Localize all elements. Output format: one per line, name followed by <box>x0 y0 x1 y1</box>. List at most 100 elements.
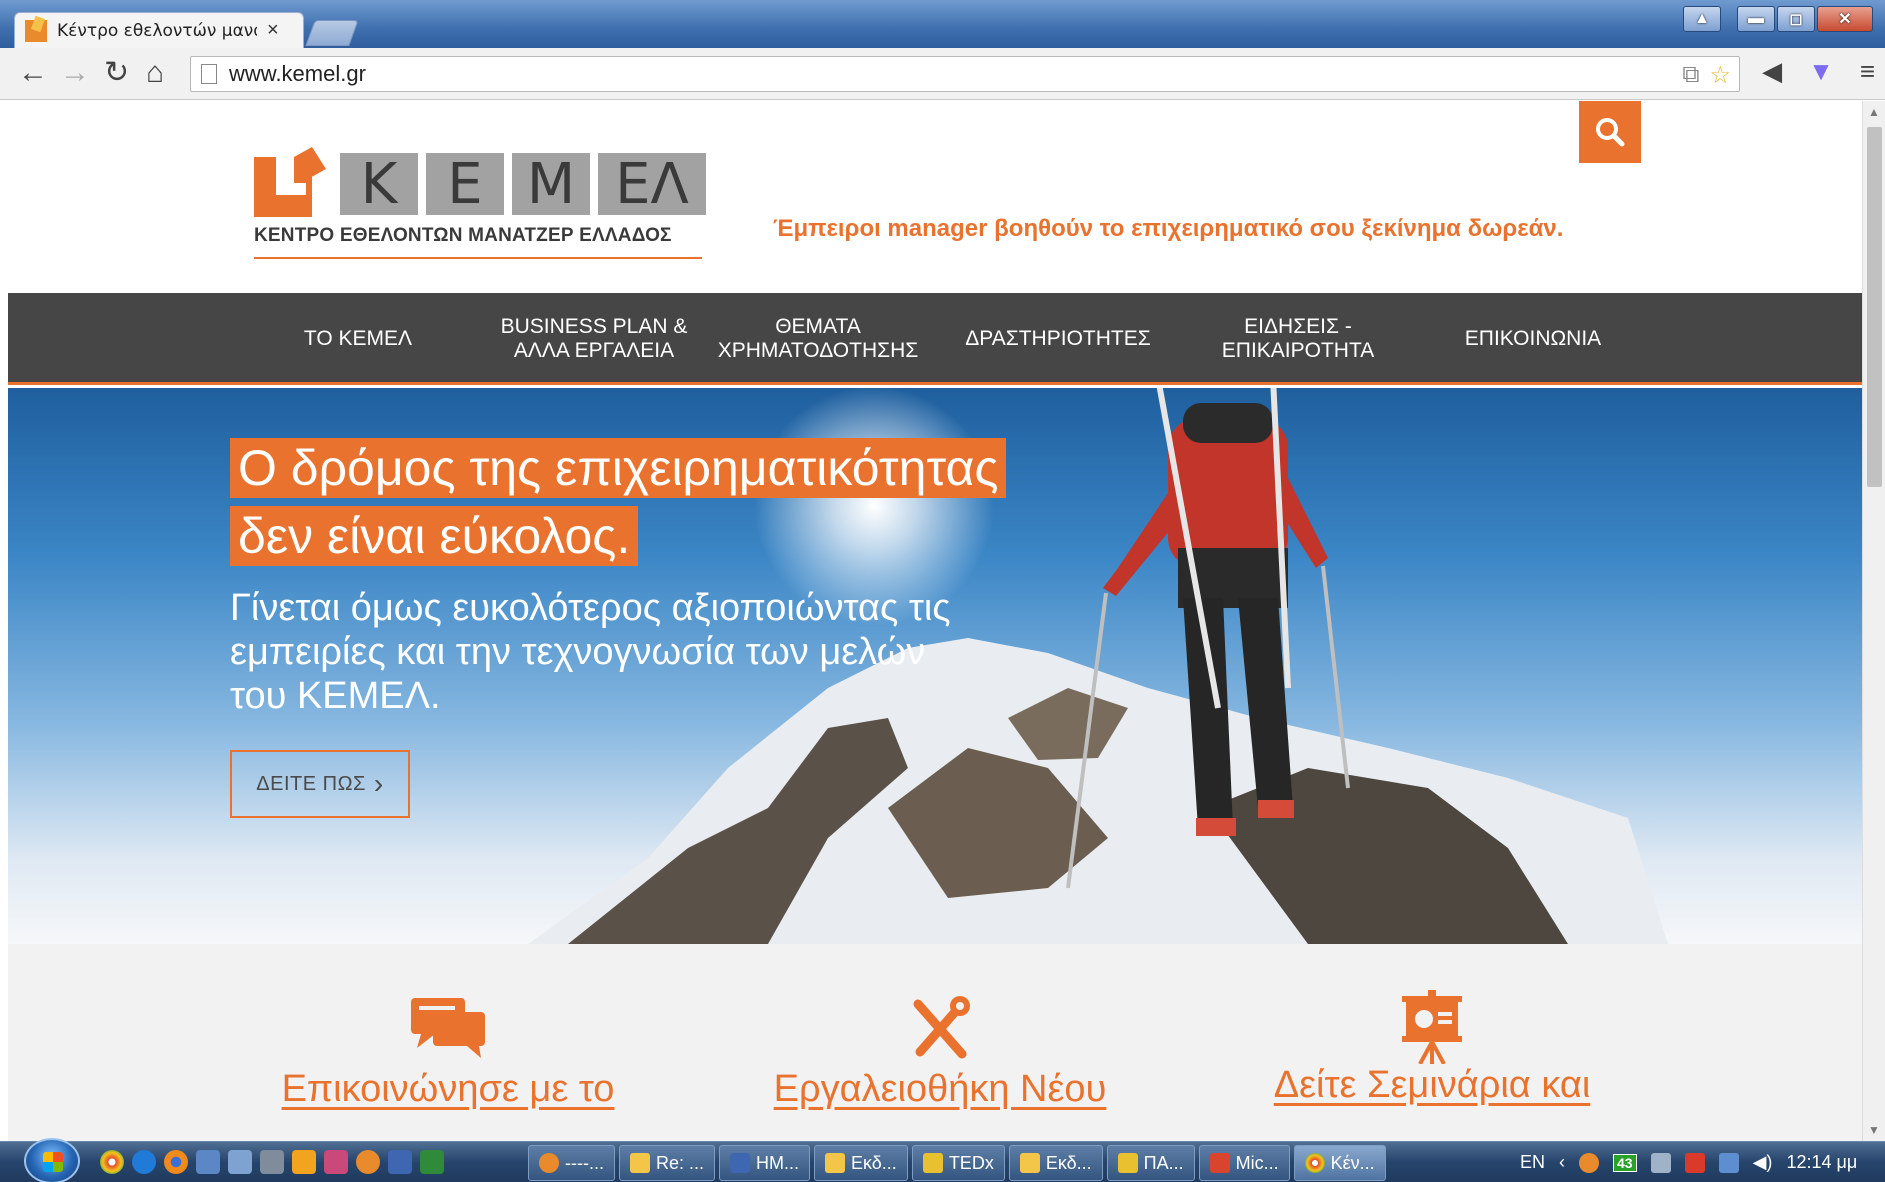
forward-arrow-icon[interactable]: → <box>60 56 90 90</box>
email-task-icon <box>629 1153 650 1173</box>
see-how-button[interactable]: ΔΕΙΤΕ ΠΩΣ › <box>230 750 410 818</box>
tray-outlook-icon[interactable] <box>1579 1152 1600 1173</box>
page-icon <box>201 64 217 84</box>
menu-item-news[interactable]: ΕΙΔΗΣΕΙΣ - ΕΠΙΚΑΙΡΟΤΗΤΑ <box>1188 293 1408 385</box>
window-switch-icon[interactable] <box>228 1150 252 1174</box>
close-window-button[interactable]: ✕ <box>1817 6 1873 32</box>
outlook-icon[interactable] <box>356 1150 380 1174</box>
task-item[interactable]: TEDx <box>911 1145 1005 1181</box>
firefox-icon[interactable] <box>164 1150 188 1174</box>
new-tab-button[interactable] <box>305 20 359 46</box>
browser-toolbar: ← → ↻ ⌂ www.kemel.gr ⧉ ☆ <box>0 48 1885 100</box>
volume-icon[interactable]: ◀) <box>1753 1152 1773 1173</box>
menu-item-kemel[interactable]: ΤΟ ΚΕΜΕΛ <box>253 293 463 385</box>
task-item[interactable]: Εκδ... <box>1008 1145 1103 1181</box>
word-icon[interactable] <box>388 1150 412 1174</box>
chat-bubbles-icon <box>411 998 485 1058</box>
windows-taskbar: ----... Re: ... HM... Εκδ... TEDx Εκδ...… <box>0 1138 1885 1182</box>
reload-icon[interactable]: ↻ <box>104 56 129 90</box>
chevron-right-icon: › <box>373 768 384 799</box>
desktop-icon[interactable] <box>196 1150 220 1174</box>
maximize-button[interactable]: ◻ <box>1777 6 1815 32</box>
tray-monitor-icon[interactable] <box>1718 1152 1739 1173</box>
tab-title: Κέντρο εθελοντών μανατ <box>57 20 257 41</box>
screen: Κέντρο εθελοντών μανατ × ▲ ▬ ◻ ✕ ← → ↻ ⌂… <box>0 0 1885 1182</box>
home-icon[interactable]: ⌂ <box>146 56 164 90</box>
task-item[interactable]: HM... <box>719 1145 810 1181</box>
task-item[interactable]: Re: ... <box>618 1145 715 1181</box>
task-item[interactable]: ΠΑ... <box>1106 1145 1195 1181</box>
hero-headline-line2: δεν είναι εύκολος. <box>230 506 639 566</box>
tray-expand-icon[interactable]: ‹ <box>1559 1152 1565 1173</box>
start-button[interactable] <box>24 1138 80 1182</box>
task-label: TEDx <box>948 1152 994 1173</box>
v-extension-icon[interactable]: ▼ <box>1808 56 1834 87</box>
taskbar-tasks: ----... Re: ... HM... Εκδ... TEDx Εκδ...… <box>528 1145 1386 1181</box>
task-item[interactable]: Εκδ... <box>814 1145 908 1181</box>
cast-extension-icon[interactable]: ◀ <box>1762 56 1782 87</box>
browser-tab[interactable]: Κέντρο εθελοντών μανατ × <box>14 12 304 48</box>
menu-item-business-plan[interactable]: BUSINESS PLAN & ΑΛΛΑ ΕΡΓΑΛΕΙΑ <box>474 293 714 385</box>
back-arrow-icon[interactable]: ← <box>18 56 48 90</box>
logo-subtitle: ΚΕΝΤΡΟ ΕΘΕΛΟΝΤΩΝ ΜΑΝΑΤΖΕΡ ΕΛΛΑΔΟΣ <box>254 225 672 246</box>
hero-subtext: Γίνεται όμως ευκολότερος αξιοποιώντας τι… <box>230 587 951 717</box>
presentation-icon <box>1402 990 1462 1064</box>
clock[interactable]: 12:14 μμ <box>1786 1152 1857 1173</box>
tab-close-icon[interactable]: × <box>267 19 279 42</box>
tools-icon <box>913 996 970 1059</box>
chrome-icon[interactable] <box>100 1150 124 1174</box>
task-item[interactable]: Mic... <box>1198 1145 1290 1181</box>
url-text: www.kemel.gr <box>229 61 366 86</box>
menu-item-contact[interactable]: ΕΠΙΚΟΙΝΩΝΙΑ <box>1418 293 1648 385</box>
chrome-task-icon <box>1304 1153 1325 1173</box>
feature-contact-label[interactable]: Επικοινώνησε με το <box>208 1068 688 1111</box>
calculator-icon[interactable] <box>260 1150 284 1174</box>
internet-explorer-icon[interactable] <box>132 1150 156 1174</box>
folder-task-icon <box>922 1153 943 1173</box>
media-player-icon[interactable] <box>292 1150 316 1174</box>
minimize-button[interactable]: ▬ <box>1737 6 1775 32</box>
scroll-down-icon[interactable]: ▼ <box>1868 1123 1880 1137</box>
word-task-icon <box>730 1153 750 1173</box>
excel-icon[interactable] <box>420 1150 444 1174</box>
logo-letter-el: ΕΛ <box>598 152 706 217</box>
menu-item-activities[interactable]: ΔΡΑΣΤΗΡΙΟΤΗΤΕΣ <box>948 293 1168 385</box>
task-label: Re: ... <box>655 1152 704 1173</box>
quick-launch <box>100 1150 444 1174</box>
email-task-icon <box>825 1153 845 1173</box>
menu-hamburger-icon[interactable]: ≡ <box>1860 56 1875 87</box>
kemel-favicon-icon <box>25 19 47 42</box>
see-how-label: ΔΕΙΤΕ ΠΩΣ <box>256 772 366 795</box>
language-indicator[interactable]: EN <box>1520 1152 1545 1173</box>
paint-icon[interactable] <box>324 1150 348 1174</box>
logo-letter-k: Κ <box>340 152 418 217</box>
feature-toolbox-label[interactable]: Εργαλειοθήκη Νέου <box>700 1068 1180 1111</box>
page-viewport: Κ Ε Μ ΕΛ ΚΕΝΤΡΟ ΕΘΕΛΟΝΤΩΝ ΜΑΝΑΤΖΕΡ ΕΛΛΑΔ… <box>8 101 1862 1141</box>
tray-badge[interactable]: 43 <box>1613 1153 1637 1172</box>
omnibox-actions: ⧉ ☆ <box>1682 61 1731 90</box>
feature-seminars-label[interactable]: Δείτε Σεμινάρια και <box>1192 1064 1672 1107</box>
scroll-up-icon[interactable]: ▲ <box>1868 105 1880 119</box>
logo-letter-m: Μ <box>512 152 590 217</box>
page-scrollbar[interactable]: ▲ ▼ <box>1862 101 1885 1141</box>
scroll-thumb[interactable] <box>1867 127 1882 487</box>
main-menu: ΤΟ ΚΕΜΕΛ BUSINESS PLAN & ΑΛΛΑ ΕΡΓΑΛΕΙΑ Θ… <box>8 293 1862 385</box>
tray-security-icon[interactable] <box>1684 1152 1705 1173</box>
user-profile-button[interactable]: ▲ <box>1683 6 1721 32</box>
bookmark-star-icon[interactable]: ☆ <box>1709 61 1731 90</box>
translate-icon[interactable]: ⧉ <box>1682 61 1699 90</box>
logo-underline <box>254 257 702 259</box>
task-label: ----... <box>565 1152 604 1173</box>
kemel-logo[interactable]: Κ Ε Μ ΕΛ ΚΕΝΤΡΟ ΕΘΕΛΟΝΤΩΝ ΜΑΝΑΤΖΕΡ ΕΛΛΑΔ… <box>254 145 706 265</box>
site-search-button[interactable] <box>1579 101 1641 163</box>
menu-item-funding[interactable]: ΘΕΜΑΤΑ ΧΡΗΜΑΤΟΔΟΤΗΣΗΣ <box>708 293 928 385</box>
address-bar[interactable]: www.kemel.gr ⧉ ☆ <box>190 56 1740 92</box>
tray-network-icon[interactable] <box>1650 1152 1671 1173</box>
site-tagline: Έμπειροι manager βοηθούν το επιχειρηματι… <box>773 215 1564 242</box>
task-item[interactable]: ----... <box>528 1145 615 1181</box>
task-label: Κέν... <box>1330 1152 1375 1173</box>
browser-titlebar: Κέντρο εθελοντών μανατ × ▲ ▬ ◻ ✕ <box>0 0 1885 48</box>
powerpoint-task-icon <box>1209 1153 1230 1173</box>
task-item[interactable]: Κέν... <box>1293 1145 1386 1181</box>
logo-mark-icon <box>254 147 326 217</box>
